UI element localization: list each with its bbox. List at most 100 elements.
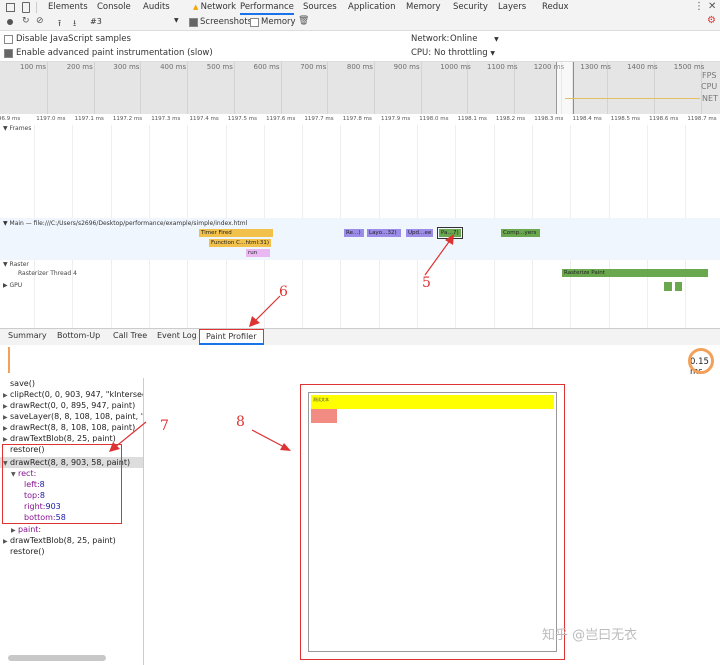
tab-application[interactable]: Application [348,0,396,15]
command-row[interactable]: save() [3,378,35,389]
tab-memory[interactable]: Memory [406,0,441,15]
event-composite-layers[interactable]: Comp…yers [501,229,540,237]
ruler-tick: 1198.1 ms [457,116,487,122]
inspect-icon[interactable] [6,3,15,12]
screenshots-label: Screenshots [200,17,253,27]
horizontal-scrollbar[interactable] [8,655,106,661]
ruler-tick: 1198.3 ms [534,116,564,122]
annotation-7: 7 [160,418,169,434]
tab-label: Application [348,2,396,12]
annotation-arrow-5 [424,234,454,276]
tab-label: Performance [240,2,294,12]
paint-profiler-timeline[interactable]: 0.15 ms [0,345,720,379]
chevron-down-icon: ▼ [490,50,495,57]
ruler-tick: 1197.0 ms [36,116,66,122]
cpu-value: No throttling [434,48,488,58]
tab-paint-profiler[interactable]: Paint Profiler [199,329,264,345]
ruler-tick: 1198.7 ms [687,116,717,122]
tab-network[interactable]: ▲ Network [193,0,236,15]
command-row[interactable]: ▶ drawRect(0, 0, 895, 947, paint) [3,400,135,411]
ruler-tick: 96.9 ms [0,116,21,122]
cpu-select[interactable]: No throttling ▼ [434,48,495,58]
upload-icon[interactable]: ⭱ [58,16,61,32]
overview-selection-left[interactable] [0,62,556,114]
recording-select[interactable]: #3 ▼ [90,17,182,27]
timeline-overview[interactable]: 100 ms 200 ms 300 ms 400 ms 500 ms 600 ms 700 … [0,61,720,115]
annotation-6: 6 [279,284,288,300]
ruler-tick: 1197.3 ms [151,116,181,122]
command-row[interactable]: ▶clipRect(0, 0, 903, 947, "kIntersect_C [3,389,143,400]
event-rasterize-paint[interactable]: Rasterize Paint [562,269,708,277]
event-timer-fired[interactable]: Timer Fired [199,229,273,237]
collect-garbage-icon[interactable]: 🗑 [298,16,309,26]
tab-label: Network [200,2,237,12]
tab-bottom-up[interactable]: Bottom-Up [57,331,100,340]
chevron-down-icon: ▼ [494,36,499,43]
device-toolbar-icon[interactable] [22,2,30,13]
network-label: Network: [411,34,450,44]
tab-call-tree[interactable]: Call Tree [113,331,147,340]
raster-track[interactable]: ▼ Raster [3,261,29,268]
event-run[interactable]: run [246,249,270,257]
tab-audits[interactable]: Audits [143,0,170,15]
tab-label: Audits [143,2,170,12]
ruler-tick: 1197.2 ms [112,116,143,122]
paint-key: paint: [18,525,42,534]
disable-js-samples-label: Disable JavaScript samples [16,34,131,44]
annotation-arrow-7 [109,421,147,452]
tab-label: Sources [303,2,337,12]
clear-icon[interactable]: ⊘ [36,16,44,26]
overview-selection-right[interactable] [572,62,720,114]
reload-record-icon[interactable]: ↻ [22,16,30,26]
paint-time-pie [688,348,714,374]
recording-select-value: #3 [90,17,102,26]
tab-event-log[interactable]: Event Log [157,331,197,340]
frames-label: Frames [9,125,32,132]
profiler-bar [8,347,10,373]
ruler-tick: 1197.9 ms [381,116,411,122]
tab-redux[interactable]: Redux [542,0,569,15]
event-recalc-style[interactable]: Re…) [344,229,364,237]
annotation-5: 5 [422,275,431,291]
tab-summary[interactable]: Summary [8,331,47,340]
main-track[interactable]: ▼ Main — file:///C:/Users/s2696/Desktop/… [3,220,247,227]
command-text: drawTextBlob(8, 25, paint) [10,434,116,443]
flame-chart[interactable]: ▼ Frames ▼ Main — file:///C:/Users/s2696… [0,125,720,328]
download-icon[interactable]: ⭳ [73,16,76,32]
tab-console[interactable]: Console [97,0,131,15]
settings-icon[interactable]: ⚙ [707,15,716,26]
tab-label: Memory [406,2,441,12]
command-row[interactable]: restore() [3,546,45,557]
ruler-tick: 1198.2 ms [495,116,526,122]
preview-text: 测试文本 [313,397,329,402]
event-layout[interactable]: Layo…32) [367,229,401,237]
tab-security[interactable]: Security [453,0,488,15]
capture-settings: Disable JavaScript samples Enable advanc… [0,31,720,61]
annotation-arrow-8 [251,429,291,451]
network-value: Online [450,34,478,44]
tab-elements[interactable]: Elements [48,0,88,15]
tab-label: Security [453,2,488,12]
more-options-icon[interactable]: ⋮ [694,1,704,12]
paint-preview[interactable]: 7 8 测试文本 知乎 @岂曰无衣 [109,378,720,665]
paint-property[interactable]: ▶ paint: [11,524,41,535]
gpu-task[interactable] [674,282,682,291]
chevron-down-icon: ▼ [174,17,179,24]
composite-label: Comp…yers [503,230,537,236]
record-icon[interactable] [7,19,13,25]
close-devtools-icon[interactable]: ✕ [708,1,716,12]
command-text: restore() [10,547,45,556]
gpu-task[interactable] [664,282,672,291]
tab-layers[interactable]: Layers [498,0,526,15]
event-function-call[interactable]: Function C…html:31) [209,239,271,247]
command-text: clipRect(0, 0, 903, 947, "kIntersect_C [10,390,143,399]
frames-track[interactable]: ▼ Frames [3,125,31,132]
salmon-box [311,409,337,423]
command-row[interactable]: ▶ drawTextBlob(8, 25, paint) [3,433,116,444]
command-row[interactable]: ▶ drawTextBlob(8, 25, paint) [3,535,116,546]
network-select[interactable]: Online ▼ [450,34,499,44]
divider [36,2,37,13]
tab-performance[interactable]: Performance [240,0,294,15]
tab-sources[interactable]: Sources [303,0,337,15]
gpu-track[interactable]: ▶ GPU [3,282,22,289]
